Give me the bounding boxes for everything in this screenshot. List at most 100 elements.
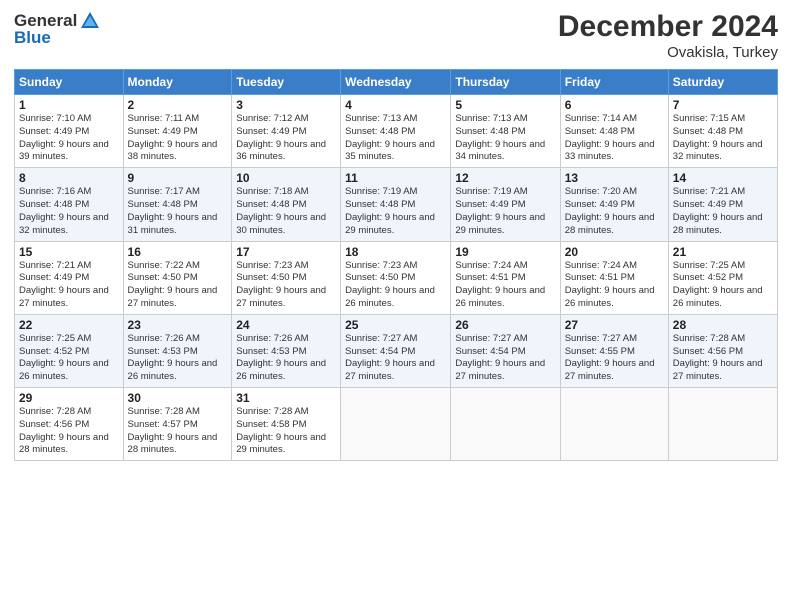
calendar-table: Sunday Monday Tuesday Wednesday Thursday… <box>14 69 778 461</box>
day-detail: Sunrise: 7:24 AMSunset: 4:51 PMDaylight:… <box>455 260 545 309</box>
day-number: 9 <box>128 171 228 185</box>
day-detail: Sunrise: 7:13 AMSunset: 4:48 PMDaylight:… <box>455 113 545 162</box>
col-tuesday: Tuesday <box>232 70 341 95</box>
table-row: 26Sunrise: 7:27 AMSunset: 4:54 PMDayligh… <box>451 314 560 387</box>
day-number: 3 <box>236 98 336 112</box>
day-detail: Sunrise: 7:16 AMSunset: 4:48 PMDaylight:… <box>19 186 109 235</box>
day-number: 5 <box>455 98 555 112</box>
col-saturday: Saturday <box>668 70 777 95</box>
day-detail: Sunrise: 7:11 AMSunset: 4:49 PMDaylight:… <box>128 113 218 162</box>
table-row: 25Sunrise: 7:27 AMSunset: 4:54 PMDayligh… <box>341 314 451 387</box>
day-number: 16 <box>128 245 228 259</box>
day-detail: Sunrise: 7:27 AMSunset: 4:55 PMDaylight:… <box>565 333 655 382</box>
day-detail: Sunrise: 7:23 AMSunset: 4:50 PMDaylight:… <box>345 260 435 309</box>
table-row: 2Sunrise: 7:11 AMSunset: 4:49 PMDaylight… <box>123 95 232 168</box>
day-detail: Sunrise: 7:26 AMSunset: 4:53 PMDaylight:… <box>128 333 218 382</box>
table-row: 10Sunrise: 7:18 AMSunset: 4:48 PMDayligh… <box>232 168 341 241</box>
table-row: 6Sunrise: 7:14 AMSunset: 4:48 PMDaylight… <box>560 95 668 168</box>
day-number: 14 <box>673 171 773 185</box>
table-row: 9Sunrise: 7:17 AMSunset: 4:48 PMDaylight… <box>123 168 232 241</box>
col-thursday: Thursday <box>451 70 560 95</box>
day-number: 25 <box>345 318 446 332</box>
day-number: 11 <box>345 171 446 185</box>
day-number: 2 <box>128 98 228 112</box>
day-detail: Sunrise: 7:19 AMSunset: 4:49 PMDaylight:… <box>455 186 545 235</box>
day-number: 13 <box>565 171 664 185</box>
day-detail: Sunrise: 7:27 AMSunset: 4:54 PMDaylight:… <box>345 333 435 382</box>
day-detail: Sunrise: 7:21 AMSunset: 4:49 PMDaylight:… <box>19 260 109 309</box>
table-row: 18Sunrise: 7:23 AMSunset: 4:50 PMDayligh… <box>341 241 451 314</box>
day-detail: Sunrise: 7:25 AMSunset: 4:52 PMDaylight:… <box>19 333 109 382</box>
day-detail: Sunrise: 7:23 AMSunset: 4:50 PMDaylight:… <box>236 260 326 309</box>
day-detail: Sunrise: 7:10 AMSunset: 4:49 PMDaylight:… <box>19 113 109 162</box>
day-detail: Sunrise: 7:20 AMSunset: 4:49 PMDaylight:… <box>565 186 655 235</box>
day-number: 4 <box>345 98 446 112</box>
day-detail: Sunrise: 7:25 AMSunset: 4:52 PMDaylight:… <box>673 260 763 309</box>
table-row: 31Sunrise: 7:28 AMSunset: 4:58 PMDayligh… <box>232 388 341 461</box>
header: General Blue December 2024 Ovakisla, Tur… <box>14 10 778 61</box>
day-detail: Sunrise: 7:24 AMSunset: 4:51 PMDaylight:… <box>565 260 655 309</box>
day-number: 29 <box>19 391 119 405</box>
table-row <box>560 388 668 461</box>
col-wednesday: Wednesday <box>341 70 451 95</box>
day-detail: Sunrise: 7:21 AMSunset: 4:49 PMDaylight:… <box>673 186 763 235</box>
day-number: 27 <box>565 318 664 332</box>
table-row: 23Sunrise: 7:26 AMSunset: 4:53 PMDayligh… <box>123 314 232 387</box>
col-friday: Friday <box>560 70 668 95</box>
col-sunday: Sunday <box>15 70 124 95</box>
location-title: Ovakisla, Turkey <box>558 44 778 61</box>
day-number: 31 <box>236 391 336 405</box>
day-detail: Sunrise: 7:28 AMSunset: 4:57 PMDaylight:… <box>128 406 218 455</box>
day-detail: Sunrise: 7:26 AMSunset: 4:53 PMDaylight:… <box>236 333 326 382</box>
day-detail: Sunrise: 7:27 AMSunset: 4:54 PMDaylight:… <box>455 333 545 382</box>
day-number: 21 <box>673 245 773 259</box>
table-row: 11Sunrise: 7:19 AMSunset: 4:48 PMDayligh… <box>341 168 451 241</box>
day-number: 28 <box>673 318 773 332</box>
day-detail: Sunrise: 7:28 AMSunset: 4:56 PMDaylight:… <box>673 333 763 382</box>
table-row: 20Sunrise: 7:24 AMSunset: 4:51 PMDayligh… <box>560 241 668 314</box>
day-number: 26 <box>455 318 555 332</box>
month-title: December 2024 <box>558 10 778 43</box>
table-row <box>668 388 777 461</box>
table-row: 19Sunrise: 7:24 AMSunset: 4:51 PMDayligh… <box>451 241 560 314</box>
logo-icon <box>79 10 101 32</box>
table-row: 30Sunrise: 7:28 AMSunset: 4:57 PMDayligh… <box>123 388 232 461</box>
table-row: 8Sunrise: 7:16 AMSunset: 4:48 PMDaylight… <box>15 168 124 241</box>
day-detail: Sunrise: 7:15 AMSunset: 4:48 PMDaylight:… <box>673 113 763 162</box>
day-detail: Sunrise: 7:28 AMSunset: 4:58 PMDaylight:… <box>236 406 326 455</box>
logo-blue-text: Blue <box>14 28 51 47</box>
table-row: 22Sunrise: 7:25 AMSunset: 4:52 PMDayligh… <box>15 314 124 387</box>
day-number: 20 <box>565 245 664 259</box>
day-number: 30 <box>128 391 228 405</box>
day-number: 23 <box>128 318 228 332</box>
table-row: 15Sunrise: 7:21 AMSunset: 4:49 PMDayligh… <box>15 241 124 314</box>
day-detail: Sunrise: 7:22 AMSunset: 4:50 PMDaylight:… <box>128 260 218 309</box>
day-number: 12 <box>455 171 555 185</box>
day-detail: Sunrise: 7:18 AMSunset: 4:48 PMDaylight:… <box>236 186 326 235</box>
table-row <box>341 388 451 461</box>
day-detail: Sunrise: 7:28 AMSunset: 4:56 PMDaylight:… <box>19 406 109 455</box>
day-number: 18 <box>345 245 446 259</box>
table-row: 3Sunrise: 7:12 AMSunset: 4:49 PMDaylight… <box>232 95 341 168</box>
table-row: 4Sunrise: 7:13 AMSunset: 4:48 PMDaylight… <box>341 95 451 168</box>
day-detail: Sunrise: 7:13 AMSunset: 4:48 PMDaylight:… <box>345 113 435 162</box>
table-row: 1Sunrise: 7:10 AMSunset: 4:49 PMDaylight… <box>15 95 124 168</box>
day-detail: Sunrise: 7:12 AMSunset: 4:49 PMDaylight:… <box>236 113 326 162</box>
table-row: 7Sunrise: 7:15 AMSunset: 4:48 PMDaylight… <box>668 95 777 168</box>
title-area: December 2024 Ovakisla, Turkey <box>558 10 778 61</box>
page-container: General Blue December 2024 Ovakisla, Tur… <box>0 0 792 469</box>
day-number: 6 <box>565 98 664 112</box>
day-number: 19 <box>455 245 555 259</box>
col-monday: Monday <box>123 70 232 95</box>
table-row: 13Sunrise: 7:20 AMSunset: 4:49 PMDayligh… <box>560 168 668 241</box>
day-detail: Sunrise: 7:19 AMSunset: 4:48 PMDaylight:… <box>345 186 435 235</box>
table-row: 12Sunrise: 7:19 AMSunset: 4:49 PMDayligh… <box>451 168 560 241</box>
table-row: 21Sunrise: 7:25 AMSunset: 4:52 PMDayligh… <box>668 241 777 314</box>
calendar-header-row: Sunday Monday Tuesday Wednesday Thursday… <box>15 70 778 95</box>
table-row: 17Sunrise: 7:23 AMSunset: 4:50 PMDayligh… <box>232 241 341 314</box>
table-row: 5Sunrise: 7:13 AMSunset: 4:48 PMDaylight… <box>451 95 560 168</box>
table-row: 27Sunrise: 7:27 AMSunset: 4:55 PMDayligh… <box>560 314 668 387</box>
table-row <box>451 388 560 461</box>
day-number: 22 <box>19 318 119 332</box>
day-number: 7 <box>673 98 773 112</box>
